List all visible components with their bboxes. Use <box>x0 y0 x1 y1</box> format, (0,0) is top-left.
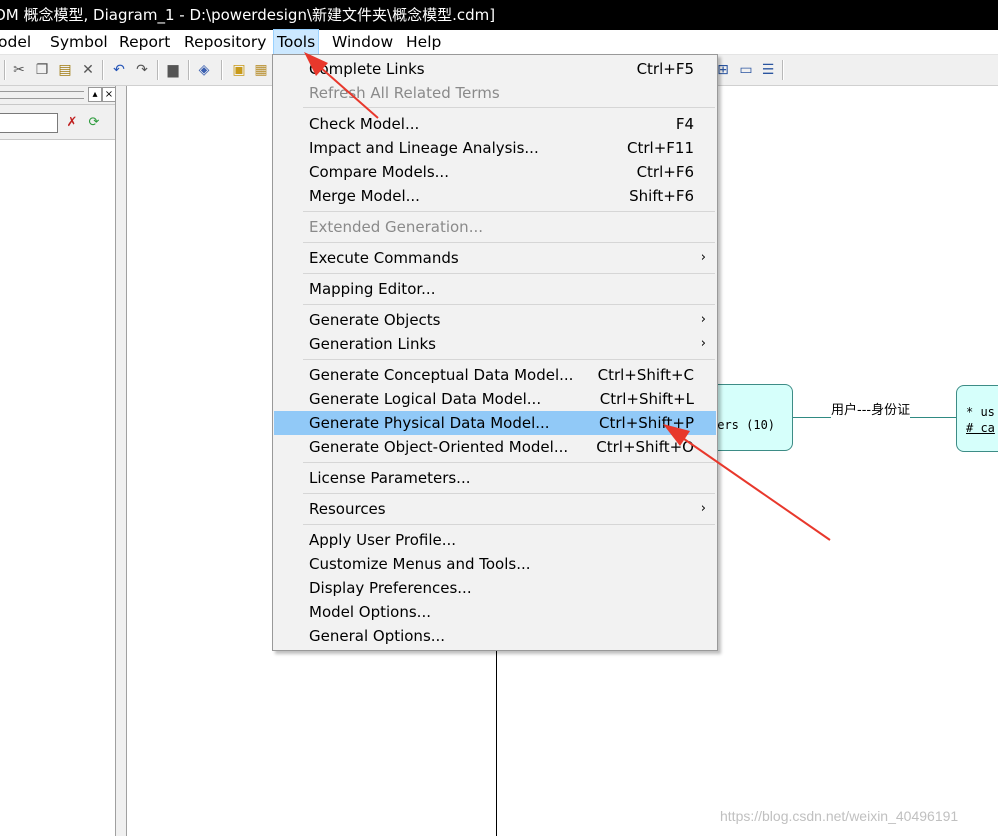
menu-item-extended-generation: Extended Generation... <box>309 218 483 236</box>
copy-icon[interactable]: ❐ <box>33 61 51 79</box>
panel-grip[interactable] <box>0 91 84 99</box>
list-view-icon[interactable]: ☰ <box>759 61 777 79</box>
paste-icon[interactable]: ▤ <box>56 61 74 79</box>
menu-separator <box>303 211 715 212</box>
panel-search-input[interactable] <box>0 113 58 133</box>
menu-item-merge-model[interactable]: Merge Model... Shift+F6 <box>274 184 716 208</box>
undo-icon[interactable]: ↶ <box>110 61 128 79</box>
menu-separator <box>303 273 715 274</box>
toolbar-separator <box>4 60 6 80</box>
toolbar-separator <box>188 60 190 80</box>
entity-attribute: ters (10) <box>710 418 776 432</box>
menu-item-generate-physical[interactable]: Generate Physical Data Model... Ctrl+Shi… <box>274 411 716 435</box>
window-title: OM 概念模型, Diagram_1 - D:\powerdesign\新建文件… <box>0 6 496 24</box>
submenu-arrow-icon: › <box>700 250 706 265</box>
save-icon[interactable]: ▦ <box>252 61 270 79</box>
menu-report[interactable]: Report <box>119 30 170 54</box>
redo-icon[interactable]: ↷ <box>133 61 151 79</box>
browser-panel: ▴ × ✗ ⟳ <box>0 86 116 836</box>
menu-item-check-model[interactable]: Check Model... F4 <box>274 112 716 136</box>
menu-item-generate-conceptual[interactable]: Generate Conceptual Data Model... Ctrl+S… <box>274 363 716 387</box>
clear-filter-icon[interactable]: ✗ <box>64 115 80 131</box>
entity-attribute: * us <box>966 405 995 419</box>
menu-separator <box>303 359 715 360</box>
menu-item-general-options[interactable]: General Options... <box>274 624 716 648</box>
open-folder-icon[interactable]: ▣ <box>230 61 248 79</box>
toolbar-separator <box>221 60 223 80</box>
panel-close-icon[interactable]: × <box>102 87 116 102</box>
entity-identifier: # ca <box>966 421 995 435</box>
menu-model[interactable]: odel <box>0 30 31 54</box>
menu-separator <box>303 524 715 525</box>
panel-toolbar: ✗ ⟳ <box>0 105 115 140</box>
menu-item-generate-objects[interactable]: Generate Objects › <box>274 308 716 332</box>
delete-icon[interactable]: ✕ <box>79 61 97 79</box>
toolbar-separator <box>157 60 159 80</box>
menu-separator <box>303 304 715 305</box>
menu-item-impact-lineage[interactable]: Impact and Lineage Analysis... Ctrl+F11 <box>274 136 716 160</box>
menu-item-generate-logical[interactable]: Generate Logical Data Model... Ctrl+Shif… <box>274 387 716 411</box>
menu-item-model-options[interactable]: Model Options... <box>274 600 716 624</box>
menu-item-generation-links[interactable]: Generation Links › <box>274 332 716 356</box>
menu-item-generate-oo[interactable]: Generate Object-Oriented Model... Ctrl+S… <box>274 435 716 459</box>
menu-help[interactable]: Help <box>406 30 441 54</box>
entity-box-idcard[interactable]: * us # ca <box>956 385 998 452</box>
menu-item-license-parameters[interactable]: License Parameters... <box>274 466 716 490</box>
panel-header: ▴ × <box>0 86 116 105</box>
menu-item-refresh-terms: Refresh All Related Terms <box>309 84 500 102</box>
menu-bar: odel Symbol Report Repository Tools Wind… <box>0 29 998 55</box>
submenu-arrow-icon: › <box>700 336 706 351</box>
menu-window[interactable]: Window <box>332 30 393 54</box>
menu-item-customize-menus[interactable]: Customize Menus and Tools... <box>274 552 716 576</box>
diagram-line <box>496 649 497 836</box>
menu-item-display-preferences[interactable]: Display Preferences... <box>274 576 716 600</box>
menu-symbol[interactable]: Symbol <box>50 30 108 54</box>
window-title-bar: OM 概念模型, Diagram_1 - D:\powerdesign\新建文件… <box>0 0 998 30</box>
relationship-label: 用户---身份证 <box>831 399 911 418</box>
toolbar-separator <box>102 60 104 80</box>
watermark: https://blog.csdn.net/weixin_40496191 <box>720 808 959 824</box>
print-icon[interactable]: ▆ <box>164 61 182 79</box>
menu-item-compare-models[interactable]: Compare Models... Ctrl+F6 <box>274 160 716 184</box>
submenu-arrow-icon: › <box>700 501 706 516</box>
menu-item-complete-links[interactable]: Complete Links Ctrl+F5 <box>274 57 716 81</box>
menu-separator <box>303 107 715 108</box>
menu-separator <box>303 462 715 463</box>
refresh-icon[interactable]: ⟳ <box>86 115 102 131</box>
menu-separator <box>303 493 715 494</box>
menu-separator <box>303 242 715 243</box>
toolbar-separator <box>782 60 784 80</box>
splitter[interactable] <box>116 86 126 836</box>
menu-item-execute-commands[interactable]: Execute Commands › <box>274 246 716 270</box>
menu-item-resources[interactable]: Resources › <box>274 497 716 521</box>
model-check-icon[interactable]: ◈ <box>195 61 213 79</box>
panel-minimize-icon[interactable]: ▴ <box>88 87 102 102</box>
menu-repository[interactable]: Repository <box>184 30 266 54</box>
view-icon[interactable]: ▭ <box>737 61 755 79</box>
menu-item-mapping-editor[interactable]: Mapping Editor... <box>274 277 716 301</box>
tools-menu-dropdown: Complete Links Ctrl+F5 Refresh All Relat… <box>272 54 718 651</box>
menu-item-apply-user-profile[interactable]: Apply User Profile... <box>274 528 716 552</box>
menu-tools[interactable]: Tools <box>273 29 320 55</box>
cut-icon[interactable]: ✂ <box>10 61 28 79</box>
submenu-arrow-icon: › <box>700 312 706 327</box>
